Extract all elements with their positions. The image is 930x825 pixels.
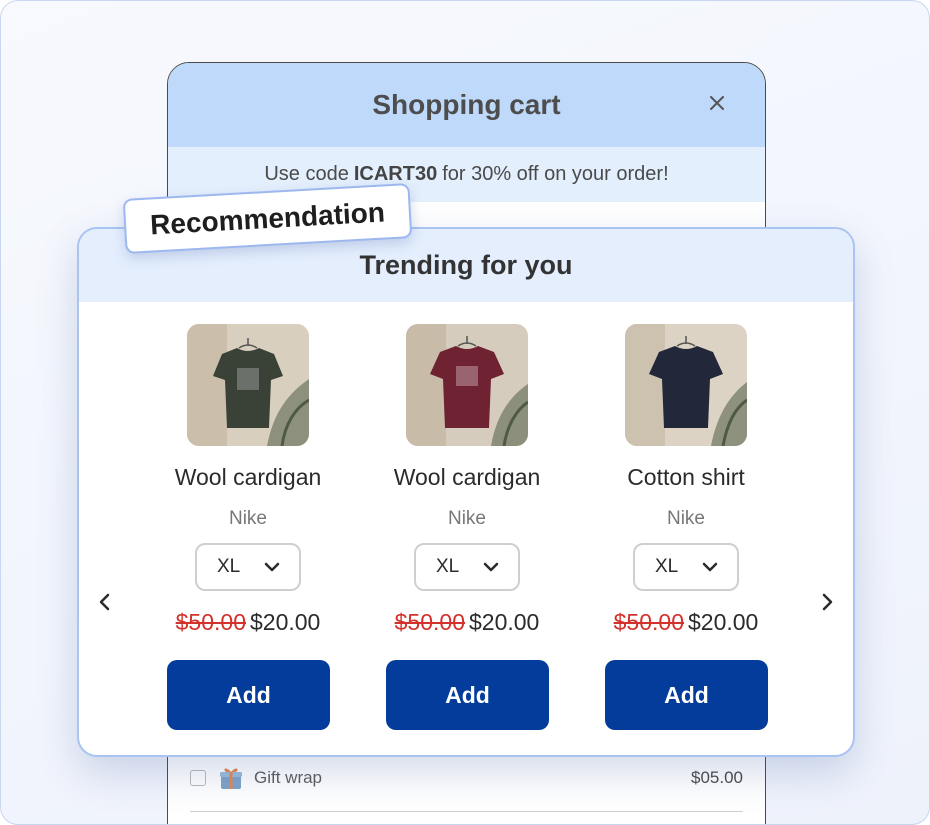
gift-wrap-checkbox[interactable]: [190, 770, 206, 786]
price-row: $50.00 $20.00: [584, 609, 788, 636]
chevron-down-icon: [264, 562, 280, 572]
product-image: [187, 324, 309, 446]
app-frame: Shopping cart Use code ICART30 for 30% o…: [0, 0, 930, 825]
product-brand: Nike: [447, 508, 486, 529]
product-brand: Nike: [228, 508, 267, 529]
product-image: [406, 324, 528, 446]
cart-header: Shopping cart: [168, 63, 765, 147]
product-name: Wool cardigan: [393, 464, 541, 490]
chevron-down-icon: [702, 562, 718, 572]
size-value: XL: [655, 556, 679, 577]
price-row: $50.00 $20.00: [146, 609, 350, 636]
original-price: $50.00: [175, 609, 246, 635]
gift-wrap-label: Gift wrap: [254, 768, 323, 787]
cart-divider: [190, 811, 743, 812]
promo-suffix: for 30% off on your order!: [442, 163, 669, 185]
size-select[interactable]: XL: [195, 543, 301, 591]
chevron-left-icon: [99, 593, 110, 611]
close-icon: [710, 96, 724, 110]
chevron-down-icon: [483, 562, 499, 572]
gift-wrap-price: $05.00: [691, 768, 743, 787]
product-card: Wool cardigan Nike XL $50.00 $20.00 Add: [166, 324, 366, 744]
product-brand: Nike: [666, 508, 705, 529]
trending-modal: Trending for you Wool cardigan Nike XL $…: [77, 227, 855, 757]
product-name: Cotton shirt: [627, 464, 745, 490]
product-card: Cotton shirt Nike XL $50.00 $20.00 Add: [604, 324, 804, 744]
add-button[interactable]: Add: [167, 660, 330, 730]
size-select[interactable]: XL: [414, 543, 520, 591]
original-price: $50.00: [394, 609, 465, 635]
gift-icon: [220, 768, 242, 789]
price-row: $50.00 $20.00: [365, 609, 569, 636]
product-name: Wool cardigan: [174, 464, 322, 490]
size-value: XL: [436, 556, 460, 577]
size-value: XL: [217, 556, 241, 577]
size-select[interactable]: XL: [633, 543, 739, 591]
cart-title: Shopping cart: [372, 89, 561, 120]
promo-prefix: Use code: [264, 163, 349, 185]
chevron-right-icon: [822, 593, 833, 611]
product-image: [625, 324, 747, 446]
product-carousel: Wool cardigan Nike XL $50.00$20.00 Add: [79, 302, 853, 755]
carousel-next-button[interactable]: [813, 588, 841, 616]
close-button[interactable]: [703, 89, 731, 117]
sale-price: $20.00: [250, 609, 321, 635]
add-button[interactable]: Add: [386, 660, 549, 730]
promo-code: ICART30: [353, 163, 438, 185]
add-button[interactable]: Add: [605, 660, 768, 730]
product-card: Wool cardigan Nike XL $50.00 $20.00 Add: [385, 324, 585, 744]
sale-price: $20.00: [469, 609, 540, 635]
gift-wrap-row: Gift wrap $05.00: [190, 763, 743, 793]
original-price: $50.00: [613, 609, 684, 635]
modal-title: Trending for you: [359, 250, 573, 280]
sale-price: $20.00: [688, 609, 759, 635]
carousel-prev-button[interactable]: [91, 588, 119, 616]
